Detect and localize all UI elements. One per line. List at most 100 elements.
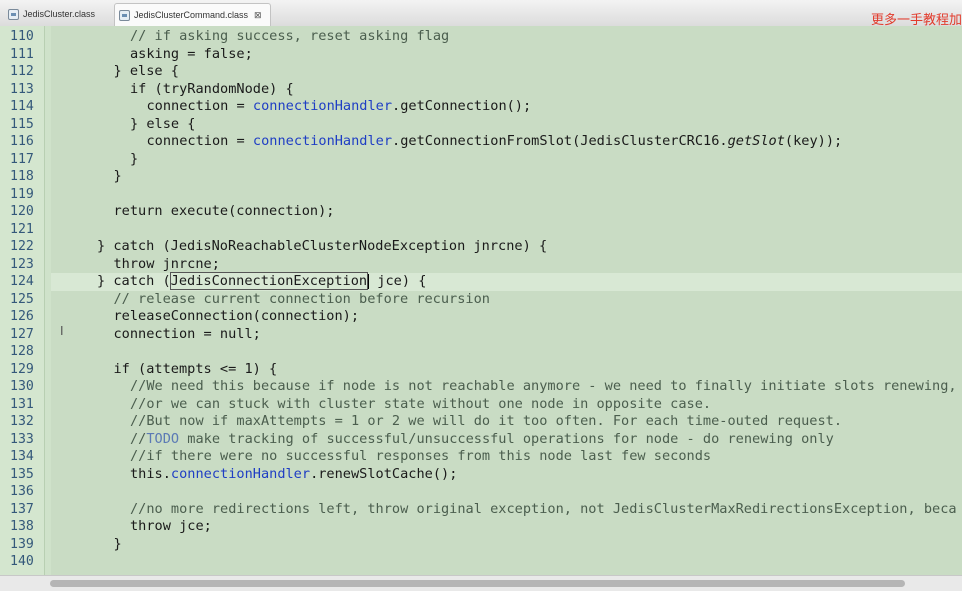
tab-label: JedisCluster.class: [23, 9, 96, 19]
code-text: //or we can stuck with cluster state wit…: [130, 396, 711, 414]
code-token: }: [130, 150, 139, 167]
code-line[interactable]: 113 if (tryRandomNode) {: [0, 81, 962, 99]
code-token: connectionHandler: [170, 465, 311, 482]
code-line[interactable]: 111 asking = false;: [0, 46, 962, 64]
code-token: //or we can stuck with cluster state wit…: [130, 395, 712, 412]
code-text: this.connectionHandler.renewSlotCache();: [130, 466, 457, 484]
code-line[interactable]: 129 if (attempts <= 1) {: [0, 361, 962, 379]
code-text: asking = false;: [130, 46, 253, 64]
tab-jedisclustercommand-class[interactable]: JedisClusterCommand.class ⊠: [114, 3, 271, 26]
code-text: }: [114, 536, 122, 554]
code-line[interactable]: 133 //TODO make tracking of successful/un…: [0, 431, 962, 449]
code-text: //TODO make tracking of successful/unsuc…: [130, 431, 834, 449]
line-number: 114: [10, 99, 34, 114]
code-line[interactable]: 114 connection = connectionHandler.getCon…: [0, 98, 962, 116]
code-line[interactable]: 131 //or we can stuck with cluster state …: [0, 396, 962, 414]
code-line[interactable]: 117}: [0, 151, 962, 169]
code-line[interactable]: 137 //no more redirections left, throw or…: [0, 501, 962, 519]
line-number: 129: [10, 361, 34, 377]
code-token: asking = false;: [130, 45, 253, 62]
close-icon[interactable]: ⊠: [254, 10, 262, 21]
code-line[interactable]: 130 //We need this because if node is not…: [0, 378, 962, 396]
code-line[interactable]: 123 throw jnrcne;: [0, 256, 962, 274]
code-editor[interactable]: 110 // if asking success, reset asking fl…: [0, 26, 962, 575]
selected-identifier: JedisConnectionException: [169, 272, 369, 290]
code-token: return execute(connection);: [113, 203, 335, 219]
code-token: //if there were no successful responses …: [130, 448, 712, 464]
code-line[interactable]: 132 //But now if maxAttempts = 1 or 2 we …: [0, 413, 962, 431]
code-line[interactable]: 119: [0, 186, 962, 204]
code-token: //: [130, 430, 147, 447]
editor-tab-bar: JedisCluster.class JedisClusterCommand.c…: [0, 0, 962, 28]
code-text: } else {: [130, 116, 195, 134]
code-line[interactable]: 118}: [0, 168, 962, 186]
code-line[interactable]: 112 } else {: [0, 63, 962, 81]
code-token: connectionHandler: [252, 133, 393, 149]
code-text: connection = null;: [114, 326, 261, 344]
code-token: this.: [130, 465, 171, 482]
line-number: 136: [10, 484, 34, 499]
tab-jediscluster-class[interactable]: JedisCluster.class: [4, 3, 104, 25]
code-token: connectionHandler: [252, 98, 393, 114]
code-line[interactable]: 140: [0, 553, 962, 571]
code-text: //But now if maxAttempts = 1 or 2 we wil…: [130, 413, 842, 431]
code-line[interactable]: 127 connection = null;: [0, 326, 962, 344]
code-token: connection =: [146, 98, 253, 114]
code-token: if (attempts <= 1) {: [113, 360, 278, 377]
line-number: 123: [10, 256, 34, 272]
code-text: if (attempts <= 1) {: [114, 361, 278, 379]
line-number: 133: [10, 431, 34, 447]
code-line[interactable]: 136: [0, 483, 962, 501]
code-line[interactable]: 139}: [0, 536, 962, 554]
scrollbar-thumb[interactable]: [50, 580, 905, 587]
code-text: //We need this because if node is not re…: [130, 378, 957, 396]
code-text: throw jnrcne;: [114, 256, 220, 274]
code-text: //no more redirections left, throw origi…: [130, 501, 957, 519]
code-text: } catch (JedisNoReachableClusterNodeExce…: [97, 238, 547, 256]
line-number: 127: [10, 326, 34, 342]
line-number: 135: [10, 466, 34, 482]
code-text: connection = connectionHandler.getConnec…: [147, 98, 532, 116]
code-line[interactable]: 121: [0, 221, 962, 239]
code-line[interactable]: 124} catch (JedisConnectionException jce…: [0, 272, 962, 291]
line-number: 115: [10, 116, 34, 132]
line-number: 121: [10, 221, 34, 237]
code-line[interactable]: 126 releaseConnection(connection);: [0, 308, 962, 326]
line-number: 116: [10, 134, 34, 149]
code-token: } catch (JedisNoReachableClusterNodeExce…: [97, 238, 548, 254]
code-token: getSlot: [727, 133, 785, 149]
code-line[interactable]: 122 } catch (JedisNoReachableClusterNodeE…: [0, 238, 962, 256]
code-token: //But now if maxAttempts = 1 or 2 we wil…: [130, 413, 843, 429]
code-line[interactable]: 128: [0, 343, 962, 361]
line-number: 138: [10, 519, 34, 534]
code-line[interactable]: 134 //if there were no successful respons…: [0, 448, 962, 466]
code-text: }: [130, 151, 138, 169]
line-number: 120: [10, 204, 34, 219]
horizontal-scrollbar[interactable]: [0, 575, 962, 591]
code-line[interactable]: 138 throw jce;: [0, 518, 962, 536]
code-token: } catch (: [97, 273, 171, 289]
line-number: 122: [10, 239, 34, 254]
code-token: // if asking success, reset asking flag: [130, 28, 450, 44]
code-line[interactable]: 125 // release current connection before …: [0, 291, 962, 309]
tab-label: JedisClusterCommand.class: [134, 10, 249, 20]
line-number: 137: [10, 501, 34, 517]
line-number: 112: [10, 64, 34, 79]
code-token: make tracking of successful/unsuccessful…: [179, 430, 834, 447]
code-text: } else {: [114, 63, 179, 81]
code-token: throw jnrcne;: [113, 255, 220, 272]
code-line[interactable]: 120 return execute(connection);: [0, 203, 962, 221]
code-line[interactable]: 135 this.connectionHandler.renewSlotCache…: [0, 466, 962, 484]
line-number: 113: [10, 81, 34, 97]
line-number: 125: [10, 291, 34, 307]
code-line[interactable]: 116 connection = connectionHandler.getCon…: [0, 133, 962, 151]
code-line[interactable]: 115 } else {: [0, 116, 962, 134]
line-number: 119: [10, 186, 34, 202]
code-token: throw jce;: [130, 518, 212, 534]
code-line[interactable]: 110 // if asking success, reset asking fl…: [0, 28, 962, 46]
line-number: 131: [10, 396, 34, 412]
code-token: }: [113, 535, 122, 552]
line-number: 124: [10, 274, 34, 289]
code-text: // if asking success, reset asking flag: [130, 28, 449, 46]
code-text: if (tryRandomNode) {: [130, 81, 294, 99]
